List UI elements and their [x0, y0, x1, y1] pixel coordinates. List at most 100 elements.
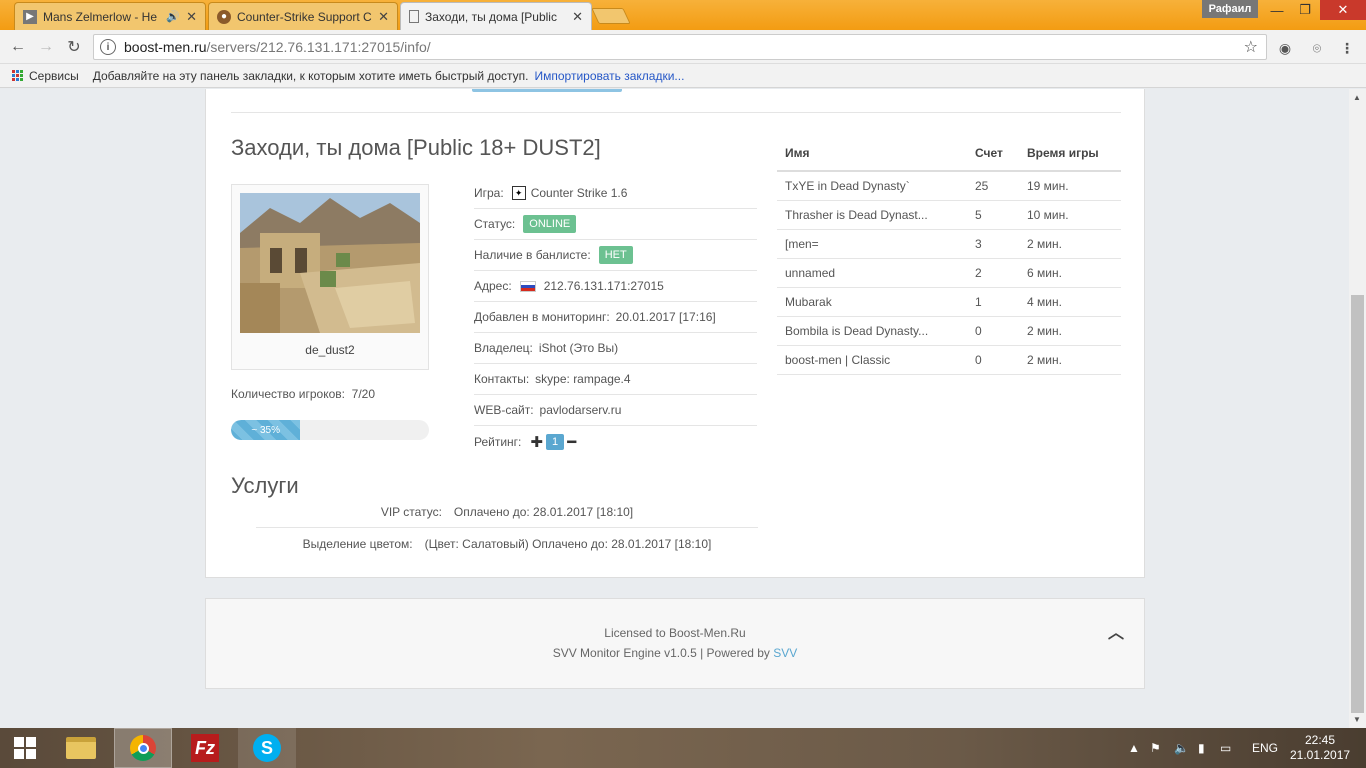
info-row-website: WEB-сайт: pavlodarserv.ru: [474, 395, 757, 426]
volume-icon[interactable]: 🔈: [1174, 728, 1189, 768]
close-tab-icon[interactable]: ✕: [378, 9, 389, 25]
apps-icon[interactable]: [12, 70, 23, 81]
cs-icon: ●: [217, 9, 231, 24]
windows-logo-icon: [14, 737, 36, 759]
footer-license: Licensed to Boost-Men.Ru: [604, 626, 746, 640]
language-indicator[interactable]: ENG: [1252, 728, 1278, 768]
column-header-score[interactable]: Счет: [967, 136, 1019, 172]
player-name: Bombila is Dead Dynasty...: [777, 316, 967, 346]
player-time: 2 мин.: [1019, 229, 1121, 259]
server-info-list: Игра: ✦ Counter Strike 1.6 Статус: ONLIN…: [474, 178, 757, 457]
banlist-badge: НЕТ: [598, 246, 633, 264]
eye-extension-icon[interactable]: ◉: [1276, 39, 1294, 57]
forward-icon[interactable]: →: [36, 37, 56, 57]
map-name: de_dust2: [305, 343, 355, 357]
clock-date: 21.01.2017: [1290, 748, 1351, 762]
tab-youtube[interactable]: ▶ Mans Zelmerlow - He 🔊 ✕: [14, 2, 206, 30]
column-header-name[interactable]: Имя: [777, 136, 967, 172]
player-time: 2 мин.: [1019, 345, 1121, 375]
taskbar-skype[interactable]: S: [238, 728, 296, 768]
service-name: Выделение цветом:: [302, 536, 413, 551]
taskbar-explorer[interactable]: [52, 728, 110, 768]
info-row-banlist: Наличие в банлисте: НЕТ: [474, 240, 757, 271]
page-scrollbar[interactable]: ▲ ▼: [1349, 89, 1366, 728]
clock[interactable]: 22:45 21.01.2017: [1290, 733, 1350, 763]
start-button[interactable]: [0, 728, 50, 768]
player-name: unnamed: [777, 258, 967, 288]
label: Владелец:: [474, 341, 533, 355]
new-tab-button[interactable]: [591, 8, 631, 24]
column-header-time[interactable]: Время игры: [1019, 136, 1121, 172]
label: Адрес:: [474, 279, 512, 293]
scroll-up-arrow-icon[interactable]: ▲: [1353, 93, 1361, 102]
battery-icon[interactable]: ▭: [1220, 728, 1231, 768]
player-time: 2 мин.: [1019, 316, 1121, 346]
player-name: [men=: [777, 229, 967, 259]
table-row: Bombila is Dead Dynasty... 0 2 мин.: [777, 316, 1121, 346]
footer-svv-link[interactable]: SVV: [773, 646, 797, 660]
reload-icon[interactable]: ↻: [64, 37, 84, 57]
player-score: 3: [967, 229, 1019, 259]
info-icon[interactable]: i: [100, 39, 116, 55]
player-score: 1: [967, 287, 1019, 317]
player-score: 0: [967, 345, 1019, 375]
scroll-top-icon[interactable]: ︿: [1108, 619, 1124, 643]
service-row: VIP статус: Оплачено до: 28.01.2017 [18:…: [256, 497, 758, 528]
player-name: Mubarak: [777, 287, 967, 317]
network-icon[interactable]: ▮: [1198, 728, 1205, 768]
service-name: VIP статус:: [380, 505, 442, 519]
info-row-game: Игра: ✦ Counter Strike 1.6: [474, 178, 757, 209]
scrollbar-thumb[interactable]: [1351, 295, 1364, 713]
taskbar-chrome[interactable]: [114, 728, 172, 768]
tab-title: Заходи, ты дома [Public: [425, 9, 557, 24]
menu-icon[interactable]: ⋮: [1338, 39, 1356, 57]
speaker-icon[interactable]: 🔊: [166, 10, 180, 23]
bookmark-star-icon[interactable]: ☆: [1244, 37, 1258, 57]
player-score: 25: [967, 171, 1019, 201]
players-table: Имя Счет Время игры TxYE in Dead Dynasty…: [777, 136, 1121, 375]
player-time: 10 мин.: [1019, 200, 1121, 230]
taskbar-filezilla[interactable]: Fz: [176, 728, 234, 768]
website-value[interactable]: pavlodarserv.ru: [540, 403, 622, 417]
bookmarks-bar: Сервисы Добавляйте на эту панель закладк…: [0, 64, 1366, 88]
services-title: Услуги: [231, 473, 299, 498]
chrome-icon: [130, 735, 156, 761]
player-time: 6 мин.: [1019, 258, 1121, 288]
label: WEB-сайт:: [474, 403, 534, 417]
apps-label[interactable]: Сервисы: [29, 69, 79, 83]
player-name: boost-men | Classic: [777, 345, 967, 375]
footer-engine: SVV Monitor Engine v1.0.5 | Powered by S…: [206, 646, 1144, 660]
minimize-button[interactable]: —: [1262, 0, 1292, 20]
close-window-button[interactable]: ✕: [1320, 0, 1366, 20]
status-badge: ONLINE: [523, 215, 577, 233]
flag-icon[interactable]: ⚑: [1150, 728, 1161, 768]
service-value: (Цвет: Салатовый) Оплачено до: 28.01.201…: [424, 536, 712, 551]
tray-chevron-icon[interactable]: ▲: [1128, 728, 1140, 768]
russia-flag-icon: [519, 280, 536, 292]
tab-cs-support[interactable]: ● Counter-Strike Support C ✕: [208, 2, 398, 30]
scroll-down-arrow-icon[interactable]: ▼: [1353, 715, 1361, 724]
back-icon[interactable]: ←: [8, 37, 28, 57]
load-progress: ~ 35%: [231, 420, 429, 440]
vpn-extension-icon[interactable]: ⌾: [1308, 39, 1326, 57]
cs-game-icon: ✦: [511, 186, 526, 200]
tab-strip: ▶ Mans Zelmerlow - He 🔊 ✕ ● Counter-Stri…: [0, 0, 1366, 30]
player-name: Thrasher is Dead Dynast...: [777, 200, 967, 230]
table-row: unnamed 2 6 мин.: [777, 258, 1121, 288]
url-host: boost-men.ru: [124, 39, 207, 55]
service-row: Выделение цветом: (Цвет: Салатовый) Опла…: [256, 528, 758, 559]
rate-up-icon[interactable]: ✚: [530, 433, 543, 451]
address-bar[interactable]: i boost-men.ru/servers/212.76.131.171:27…: [93, 34, 1267, 60]
close-tab-icon[interactable]: ✕: [186, 9, 197, 25]
maximize-button[interactable]: ❐: [1290, 0, 1320, 20]
services-list: VIP статус: Оплачено до: 28.01.2017 [18:…: [256, 497, 758, 559]
footer-engine-text: SVV Monitor Engine v1.0.5 | Powered by: [552, 646, 770, 660]
players-label: Количество игроков:: [231, 387, 345, 401]
close-tab-icon[interactable]: ✕: [572, 9, 583, 25]
import-bookmarks-link[interactable]: Импортировать закладки...: [535, 69, 685, 83]
rate-down-icon[interactable]: ━: [567, 433, 576, 451]
load-progress-bar: ~ 35%: [231, 420, 301, 440]
player-score: 5: [967, 200, 1019, 230]
tab-current[interactable]: Заходи, ты дома [Public ✕: [400, 2, 592, 30]
profile-button[interactable]: Рафаил: [1202, 0, 1258, 18]
